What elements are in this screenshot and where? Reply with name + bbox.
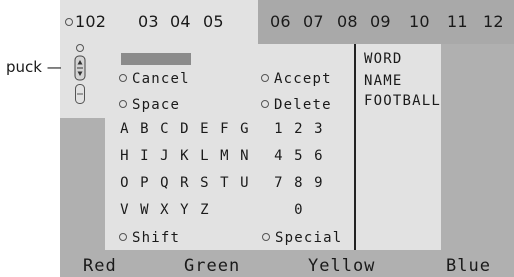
special-option[interactable]: Special (262, 230, 342, 246)
key-T[interactable]: T (217, 175, 233, 191)
key-L[interactable]: L (197, 148, 213, 164)
channel-12[interactable]: 12 (483, 12, 504, 31)
channel-07[interactable]: 07 (303, 12, 324, 31)
key-M[interactable]: M (217, 148, 233, 164)
panel-divider (354, 44, 356, 250)
key-1[interactable]: 1 (271, 121, 287, 137)
color-key-red[interactable]: Red (83, 256, 117, 276)
channel-10[interactable]: 10 (409, 12, 430, 31)
key-G[interactable]: G (237, 121, 253, 137)
key-R[interactable]: R (177, 175, 193, 191)
channel-marker-icon (65, 18, 73, 26)
color-key-yellow[interactable]: Yellow (308, 256, 375, 276)
key-Y[interactable]: Y (177, 202, 193, 218)
key-9[interactable]: 9 (311, 175, 327, 191)
accept-radio-icon (261, 74, 269, 82)
color-key-blue[interactable]: Blue (446, 256, 491, 276)
rail-top-dot-icon (76, 44, 84, 52)
key-K[interactable]: K (177, 148, 193, 164)
special-radio-icon (262, 233, 270, 241)
key-O[interactable]: O (117, 175, 133, 191)
channel-08[interactable]: 08 (337, 12, 358, 31)
accept-option[interactable]: Accept (261, 71, 332, 87)
key-C[interactable]: C (157, 121, 173, 137)
channel-102[interactable]: 102 (75, 12, 106, 31)
channel-09[interactable]: 09 (370, 12, 391, 31)
channel-11[interactable]: 11 (447, 12, 468, 31)
key-I[interactable]: I (137, 148, 153, 164)
color-key-green[interactable]: Green (184, 256, 240, 276)
key-3[interactable]: 3 (311, 121, 327, 137)
channel-06[interactable]: 06 (270, 12, 291, 31)
puck-icon[interactable] (74, 55, 86, 81)
key-7[interactable]: 7 (271, 175, 287, 191)
key-Q[interactable]: Q (157, 175, 173, 191)
key-Z[interactable]: Z (197, 202, 213, 218)
space-option[interactable]: Space (119, 97, 180, 113)
key-E[interactable]: E (197, 121, 213, 137)
key-W[interactable]: W (137, 202, 153, 218)
name-input-field[interactable] (121, 53, 191, 65)
channel-03[interactable]: 03 (138, 12, 159, 31)
cancel-option[interactable]: Cancel (119, 71, 190, 87)
puck-callout-label: puck — (6, 58, 62, 76)
key-P[interactable]: P (137, 175, 153, 191)
shift-option[interactable]: Shift (119, 230, 180, 246)
shift-radio-icon (119, 233, 127, 241)
key-X[interactable]: X (157, 202, 173, 218)
key-A[interactable]: A (117, 121, 133, 137)
channel-05[interactable]: 05 (203, 12, 224, 31)
key-D[interactable]: D (177, 121, 193, 137)
rail-bottom-handle-icon (75, 84, 85, 104)
space-label: Space (132, 97, 181, 113)
key-0[interactable]: 0 (291, 202, 307, 218)
shift-label: Shift (132, 230, 181, 246)
special-label: Special (275, 230, 343, 246)
key-8[interactable]: 8 (291, 175, 307, 191)
cancel-radio-icon (119, 74, 127, 82)
key-F[interactable]: F (217, 121, 233, 137)
key-2[interactable]: 2 (291, 121, 307, 137)
key-V[interactable]: V (117, 202, 133, 218)
key-5[interactable]: 5 (291, 148, 307, 164)
word-list-item-name[interactable]: NAME (364, 73, 403, 89)
key-J[interactable]: J (157, 148, 173, 164)
cancel-label: Cancel (132, 71, 190, 87)
space-radio-icon (119, 100, 127, 108)
key-B[interactable]: B (137, 121, 153, 137)
accept-label: Accept (274, 71, 332, 87)
key-U[interactable]: U (237, 175, 253, 191)
channel-04[interactable]: 04 (170, 12, 191, 31)
key-S[interactable]: S (197, 175, 213, 191)
delete-option[interactable]: Delete (261, 97, 332, 113)
key-H[interactable]: H (117, 148, 133, 164)
delete-radio-icon (261, 100, 269, 108)
word-list-item-word[interactable]: WORD (364, 51, 403, 67)
key-N[interactable]: N (237, 148, 253, 164)
key-4[interactable]: 4 (271, 148, 287, 164)
key-6[interactable]: 6 (311, 148, 327, 164)
word-list-item-football[interactable]: FOOTBALL (364, 93, 441, 109)
delete-label: Delete (274, 97, 332, 113)
